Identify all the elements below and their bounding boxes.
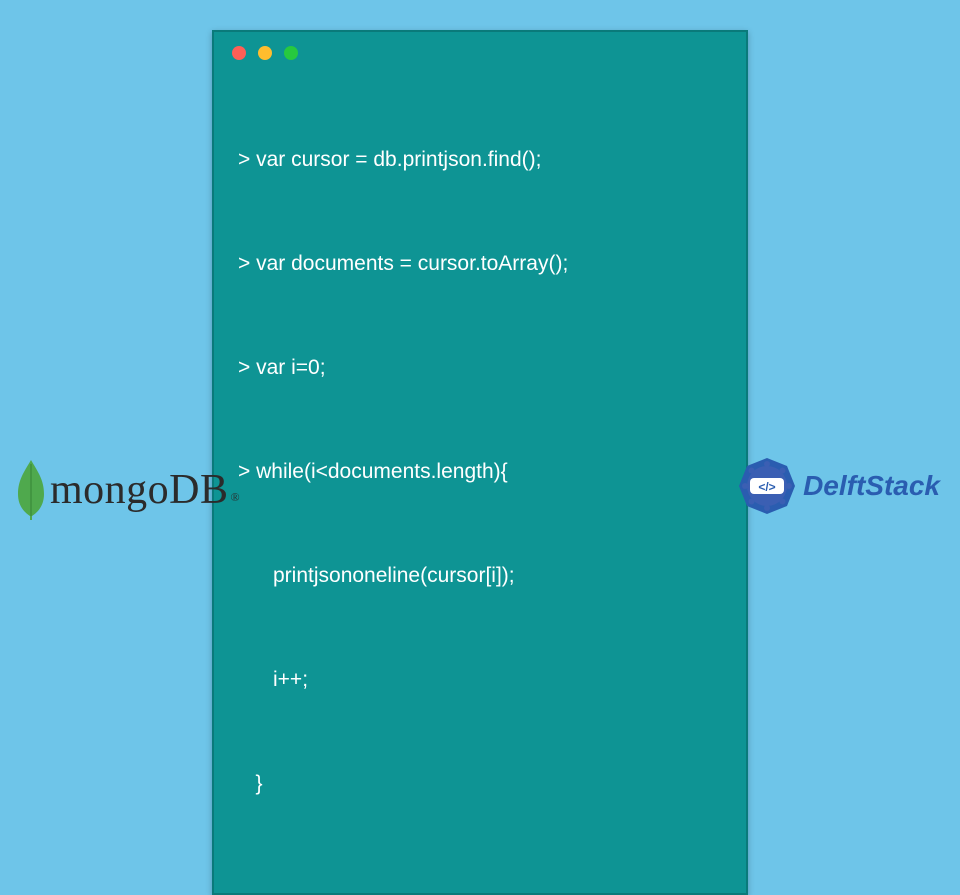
code-line: > while(i<documents.length){ — [238, 455, 722, 490]
code-window: > var cursor = db.printjson.find(); > va… — [212, 30, 748, 895]
code-line: > var documents = cursor.toArray(); — [238, 247, 722, 282]
registered-mark: ® — [231, 490, 241, 504]
code-line: printjsononeline(cursor[i]); — [238, 559, 722, 594]
code-line: > var i=0; — [238, 351, 722, 386]
mongodb-wordmark: mongoDB® — [50, 466, 238, 514]
minimize-icon — [258, 46, 272, 60]
delftstack-wordmark: DelftStack — [803, 470, 940, 502]
mongodb-logo: mongoDB® — [14, 458, 238, 522]
code-line: } — [238, 767, 722, 802]
delftstack-logo: </> DelftStack — [735, 454, 940, 518]
close-icon — [232, 46, 246, 60]
svg-text:</>: </> — [758, 480, 775, 494]
delft-badge-icon: </> — [735, 454, 799, 518]
code-body: > var cursor = db.printjson.find(); > va… — [214, 62, 746, 893]
window-traffic-lights — [214, 32, 746, 62]
code-line: > var cursor = db.printjson.find(); — [238, 143, 722, 178]
brand-name: mongoDB — [50, 467, 229, 513]
maximize-icon — [284, 46, 298, 60]
leaf-icon — [14, 458, 48, 522]
code-line: i++; — [238, 663, 722, 698]
